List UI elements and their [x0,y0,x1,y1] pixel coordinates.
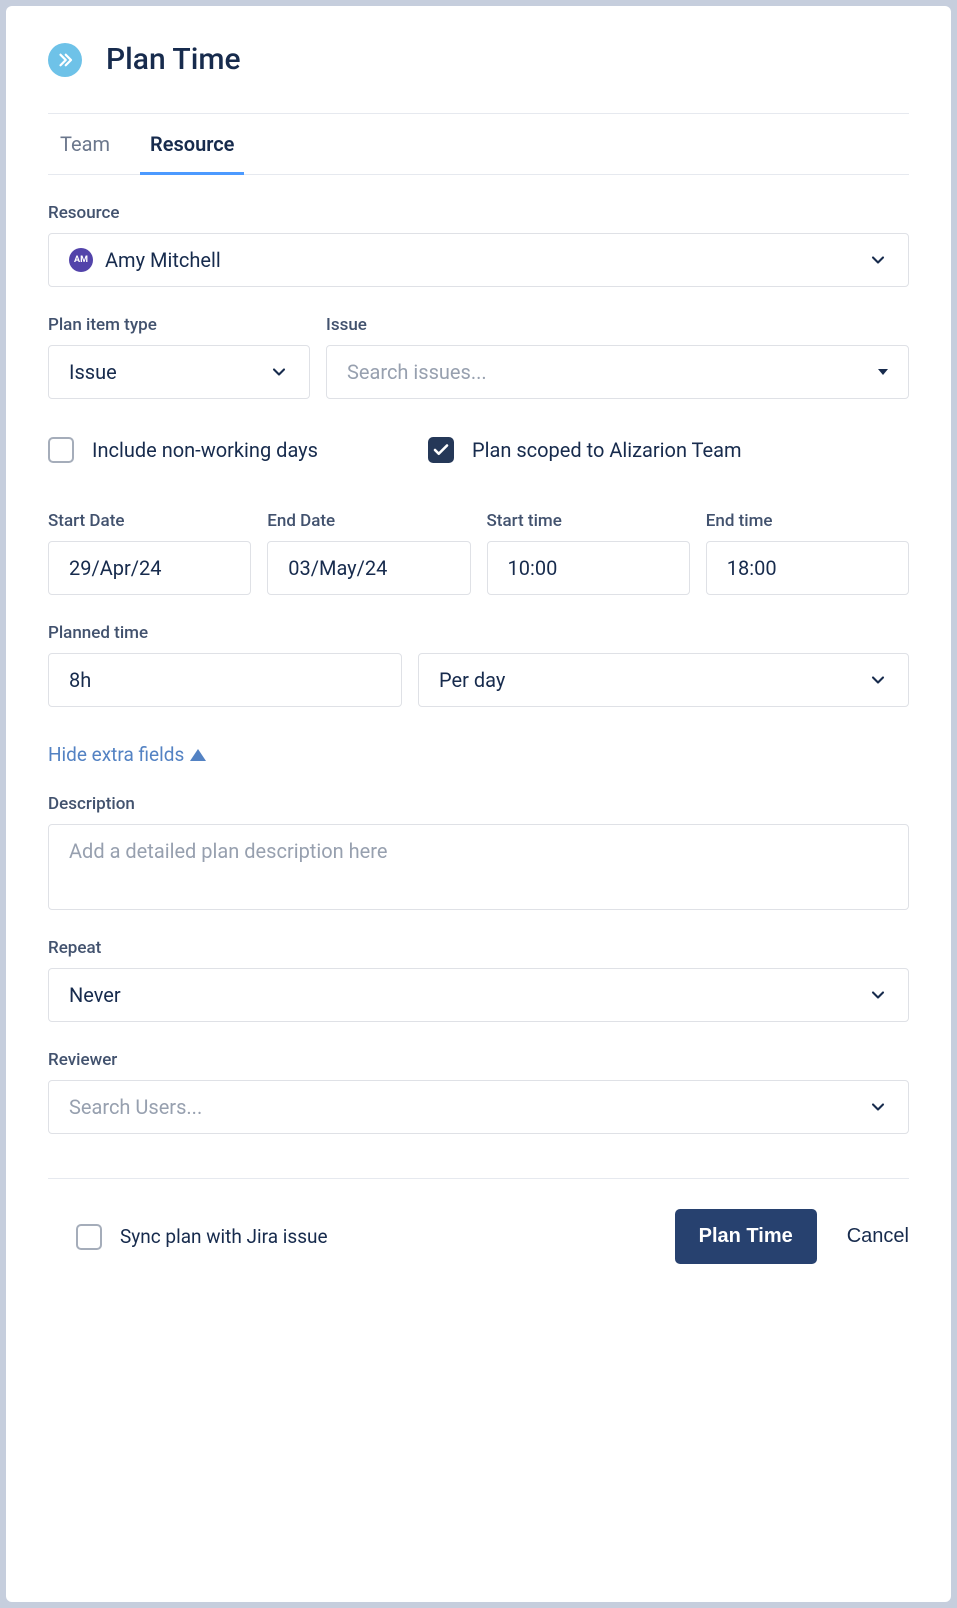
chevron-down-icon [269,362,289,382]
end-time-input[interactable]: 18:00 [706,541,909,595]
reviewer-label: Reviewer [48,1050,909,1070]
end-date-input[interactable]: 03/May/24 [267,541,470,595]
hide-extra-fields-toggle[interactable]: Hide extra fields [48,743,206,766]
sync-label: Sync plan with Jira issue [120,1225,328,1248]
issue-label: Issue [326,315,909,335]
planned-time-input[interactable]: 8h [48,653,402,707]
resource-select[interactable]: AM Amy Mitchell [48,233,909,287]
description-placeholder: Add a detailed plan description here [69,839,387,863]
include-nonworking-checkbox[interactable] [48,437,74,463]
plan-item-type-select[interactable]: Issue [48,345,310,399]
plan-time-button[interactable]: Plan Time [675,1209,817,1264]
chevron-down-icon [868,250,888,270]
dialog-header: Plan Time [48,42,909,77]
sync-checkbox[interactable] [76,1224,102,1250]
start-time-label: Start time [487,511,690,531]
repeat-value: Never [69,983,121,1007]
start-date-input[interactable]: 29/Apr/24 [48,541,251,595]
tab-team[interactable]: Team [60,132,110,174]
caret-up-icon [190,749,206,761]
description-textarea[interactable]: Add a detailed plan description here [48,824,909,910]
tabs-container: Team Resource [48,113,909,175]
chevron-down-icon [868,985,888,1005]
plan-time-dialog: Plan Time Team Resource Resource AM Amy … [6,6,951,1602]
resource-value: Amy Mitchell [105,248,221,272]
dialog-footer: Sync plan with Jira issue Plan Time Canc… [48,1178,909,1264]
caret-down-icon [878,369,888,375]
plan-time-icon [48,43,82,77]
planned-time-label: Planned time [48,623,402,643]
issue-placeholder: Search issues... [347,360,487,384]
chevron-down-icon [868,1097,888,1117]
cancel-button[interactable]: Cancel [847,1225,909,1248]
plan-item-type-value: Issue [69,360,117,384]
issue-search-select[interactable]: Search issues... [326,345,909,399]
start-date-label: Start Date [48,511,251,531]
plan-scoped-label: Plan scoped to Alizarion Team [472,438,742,462]
reviewer-select[interactable]: Search Users... [48,1080,909,1134]
period-value: Per day [439,668,505,692]
dialog-title: Plan Time [106,42,241,77]
period-select[interactable]: Per day [418,653,909,707]
start-time-input[interactable]: 10:00 [487,541,690,595]
plan-item-type-label: Plan item type [48,315,310,335]
tab-resource[interactable]: Resource [150,132,234,174]
check-icon [432,441,450,459]
description-label: Description [48,794,909,814]
plan-scoped-checkbox[interactable] [428,437,454,463]
reviewer-placeholder: Search Users... [69,1095,202,1119]
repeat-select[interactable]: Never [48,968,909,1022]
end-time-label: End time [706,511,909,531]
resource-label: Resource [48,203,909,223]
chevron-down-icon [868,670,888,690]
include-nonworking-label: Include non-working days [92,438,318,462]
repeat-label: Repeat [48,938,909,958]
avatar: AM [69,248,93,272]
end-date-label: End Date [267,511,470,531]
